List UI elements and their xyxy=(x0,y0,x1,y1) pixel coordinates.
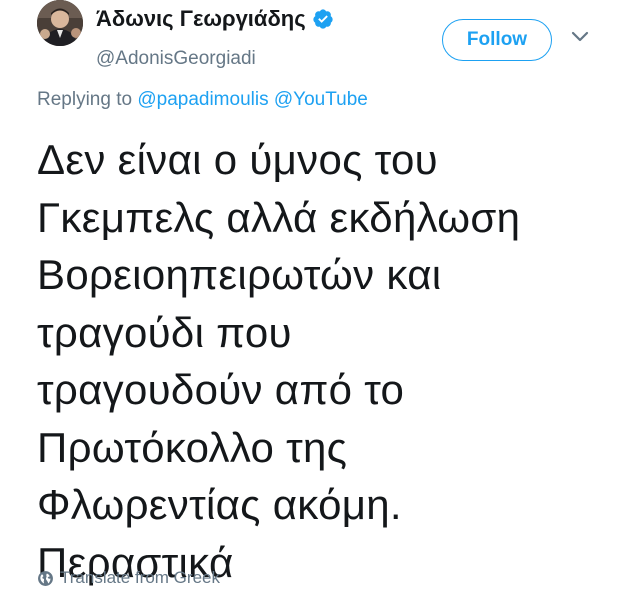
follow-button[interactable]: Follow xyxy=(442,19,552,61)
translate-link[interactable]: Translate from Greek xyxy=(37,568,220,588)
tweet-text-line: Φλωρεντίας ακόμη. xyxy=(37,481,402,528)
tweet-text-line: Πρωτόκολλο της xyxy=(37,423,348,471)
author-display-name[interactable]: Άδωνις Γεωργιάδης xyxy=(96,6,306,32)
author-name-row[interactable]: Άδωνις Γεωργιάδης xyxy=(96,6,334,32)
replying-to-line: Replying to @papadimoulis @YouTube xyxy=(37,89,368,111)
tweet-card: Άδωνις Γεωργιάδης @AdonisGeorgiadi Follo… xyxy=(0,0,634,599)
chevron-down-icon[interactable] xyxy=(570,30,590,44)
author-handle[interactable]: @AdonisGeorgiadi xyxy=(96,48,256,70)
globe-icon xyxy=(38,570,53,586)
tweet-text: Δεν είναι ο ύμνος του Γκεμπελς αλλά εκδή… xyxy=(37,131,627,591)
reply-mention-papadimoulis[interactable]: @papadimoulis xyxy=(137,89,268,110)
reply-mention-youtube[interactable]: @YouTube xyxy=(274,89,368,110)
tweet-text-line: Γκεμπελς αλλά εκδήλωση xyxy=(37,193,521,241)
tweet-text-line: τραγούδι που xyxy=(37,308,292,356)
translate-label[interactable]: Translate from Greek xyxy=(60,568,220,588)
replying-to-label: Replying to xyxy=(37,89,133,110)
tweet-text-line: Βορειοηπειρωτών και xyxy=(37,251,442,298)
avatar[interactable] xyxy=(37,0,83,46)
tweet-text-line: τραγουδούν από το xyxy=(37,366,405,413)
verified-badge-icon xyxy=(312,8,334,30)
tweet-text-line: Δεν είναι ο ύμνος του xyxy=(37,136,438,183)
avatar-photo xyxy=(37,0,83,46)
